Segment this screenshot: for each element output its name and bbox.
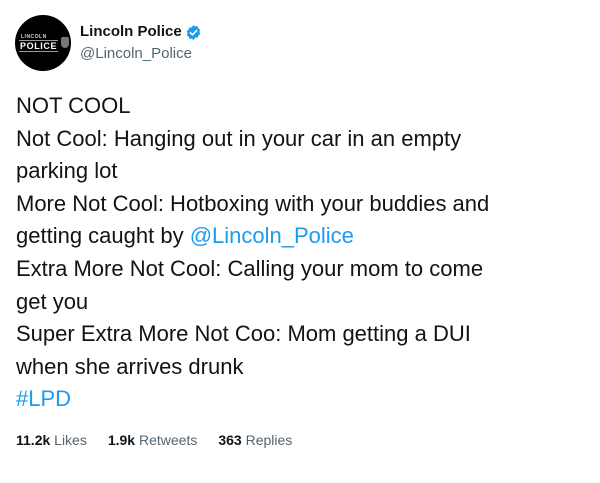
tweet-text-line: get you [16, 288, 89, 314]
likes-stat[interactable]: 11.2k Likes [16, 430, 87, 450]
tweet-text-line: when she arrives drunk [16, 353, 244, 379]
likes-label: Likes [54, 432, 87, 448]
mention-link[interactable]: @Lincoln_Police [190, 223, 354, 248]
account-handle[interactable]: @Lincoln_Police [80, 44, 202, 64]
police-badge-icon [61, 37, 69, 48]
tweet-text-segment: getting caught by [16, 223, 190, 249]
retweets-count: 1.9k [107, 432, 136, 448]
tweet-text-line: Super Extra More Not Coo: Mom getting a … [16, 321, 471, 347]
tweet-text-line: Extra More Not Cool: Calling your mom to… [16, 255, 484, 281]
name-row: Lincoln Police [80, 22, 202, 42]
replies-stat[interactable]: 363 Replies [218, 430, 292, 450]
hashtag-link[interactable]: #LPD [16, 383, 586, 416]
replies-label: Replies [245, 432, 293, 448]
retweets-label: Retweets [138, 432, 198, 448]
tweet-text-line: NOT COOL [16, 93, 131, 118]
likes-count: 11.2k [16, 432, 51, 448]
retweets-stat[interactable]: 1.9k Retweets [108, 430, 198, 450]
tweet-text-line: More Not Cool: Hotboxing with your buddi… [16, 190, 490, 216]
tweet-text-line-with-mention: getting caught by @Lincoln_Police [16, 220, 586, 253]
tweet-text-line: Not Cool: Hanging out in your car in an … [16, 125, 462, 151]
avatar[interactable]: LINCOLN POLICE [15, 15, 71, 71]
avatar-logo-main-text: POLICE [19, 40, 59, 52]
tweet-card: LINCOLN POLICE Lincoln Police @Lincoln_P… [0, 0, 600, 483]
display-name[interactable]: Lincoln Police [80, 22, 182, 42]
tweet-header: LINCOLN POLICE Lincoln Police @Lincoln_P… [15, 15, 202, 71]
account-names: Lincoln Police @Lincoln_Police [80, 22, 202, 64]
replies-count: 363 [218, 432, 242, 448]
tweet-stats: 11.2k Likes 1.9k Retweets 363 Replies [16, 430, 313, 450]
tweet-text: NOT COOL Not Cool: Hanging out in your c… [16, 90, 586, 416]
tweet-text-line: parking lot [16, 158, 118, 184]
verified-badge-icon [186, 24, 200, 40]
